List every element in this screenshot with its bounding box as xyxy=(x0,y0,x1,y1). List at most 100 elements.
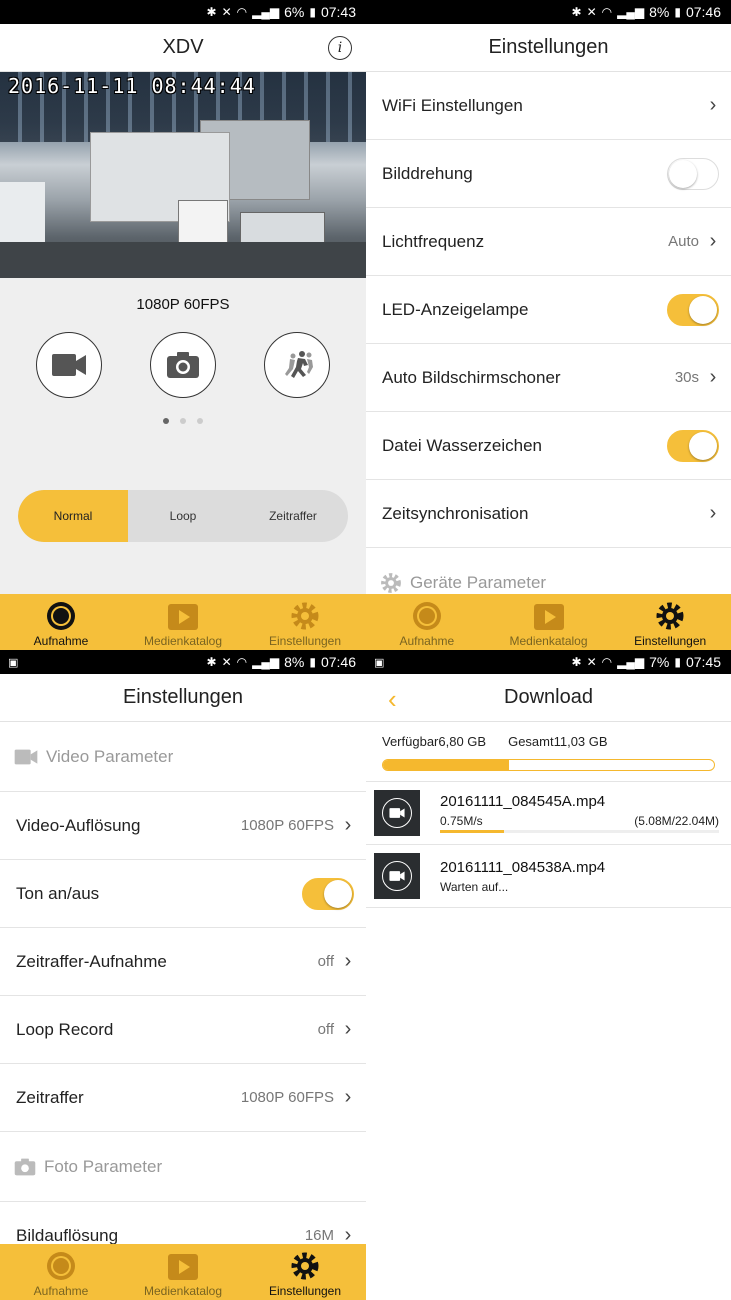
file-name: 20161111_084545A.mp4 xyxy=(440,793,606,810)
storage-bar-fill xyxy=(383,760,509,770)
mode-normal[interactable]: Normal xyxy=(18,490,128,542)
play-icon xyxy=(168,1254,198,1280)
bottom-navigation: Aufnahme Medienkatalog Einstellungen xyxy=(0,594,366,650)
nav-einstellungen[interactable]: Einstellungen xyxy=(609,594,731,650)
battery-level: 7% xyxy=(649,654,670,670)
nav-aufnahme-label: Aufnahme xyxy=(399,634,455,648)
time-sync-row[interactable]: Zeitsynchronisation › xyxy=(366,480,731,548)
clock: 07:43 xyxy=(320,4,356,20)
lens-icon xyxy=(47,602,75,630)
chevron-right-icon: › xyxy=(344,1086,352,1108)
gear-icon xyxy=(291,602,319,630)
nav-medienkatalog-label: Medienkatalog xyxy=(509,634,588,648)
nav-medienkatalog-label: Medienkatalog xyxy=(143,634,223,648)
back-chevron-icon[interactable]: ‹ xyxy=(388,684,397,715)
light-frequency-row[interactable]: Lichtfrequenz Auto › xyxy=(366,208,731,276)
sound-row: Ton an/aus xyxy=(0,860,366,928)
timelapse-row[interactable]: Zeitraffer 1080P 60FPS › xyxy=(0,1064,366,1132)
photo-mode-button[interactable] xyxy=(150,332,216,398)
storage-available: Verfügbar6,80 GB xyxy=(382,734,487,749)
video-mode-button[interactable] xyxy=(36,332,102,398)
app-header: XDV i xyxy=(0,24,366,72)
bottom-navigation: Aufnahme Medienkatalog Einstellungen xyxy=(366,594,731,650)
burst-mode-button[interactable] xyxy=(264,332,330,398)
page-indicator xyxy=(0,418,366,424)
play-icon xyxy=(168,604,198,630)
video-camera-icon xyxy=(389,808,405,818)
light-frequency-value: Auto xyxy=(668,233,699,250)
download-screen: ▣ ✱ ✕ ◠ ▂▄▆ 7% ▮ 07:45 ‹ Download Verfüg… xyxy=(366,650,731,1300)
loop-record-row[interactable]: Loop Record off › xyxy=(0,996,366,1064)
preview-timestamp: 2016-11-11 08:44:44 xyxy=(8,74,256,98)
watermark-toggle[interactable] xyxy=(667,429,719,462)
storage-info: Verfügbar6,80 GB Gesamt11,03 GB xyxy=(366,722,731,749)
bluetooth-icon: ✱ xyxy=(206,5,217,19)
mode-loop[interactable]: Loop xyxy=(128,490,238,542)
clock: 07:46 xyxy=(685,4,721,20)
download-speed: 0.75M/s xyxy=(440,814,483,828)
storage-total: Gesamt11,03 GB xyxy=(508,734,608,749)
led-lamp-toggle[interactable] xyxy=(667,293,719,326)
list-item[interactable]: 20161111_084538A.mp4 Warten auf... xyxy=(366,845,731,908)
nav-aufnahme[interactable]: Aufnahme xyxy=(0,1244,122,1300)
lens-icon xyxy=(412,602,441,630)
device-parameters-label: Geräte Parameter xyxy=(410,572,547,592)
clock: 07:45 xyxy=(685,654,721,670)
chevron-right-icon: › xyxy=(709,366,717,388)
video-camera-icon xyxy=(52,354,86,376)
battery-icon: ▮ xyxy=(309,5,316,19)
nav-aufnahme[interactable]: Aufnahme xyxy=(0,594,122,650)
mute-icon: ✕ xyxy=(586,5,597,19)
photo-resolution-label: Bildauflösung xyxy=(16,1225,119,1245)
settings-screen-general: ✱ ✕ ◠ ▂▄▆ 8% ▮ 07:46 Einstellungen WiFi … xyxy=(366,0,731,650)
camera-preview[interactable]: 2016-11-11 08:44:44 xyxy=(0,72,366,278)
video-thumbnail xyxy=(374,853,420,899)
page-title: Download xyxy=(504,686,593,708)
video-resolution-label: Video-Auflösung xyxy=(16,815,141,835)
download-size: (5.08M/22.04M) xyxy=(634,814,719,828)
wifi-icon: ◠ xyxy=(236,655,248,669)
image-rotation-toggle[interactable] xyxy=(667,157,719,190)
signal-icon: ▂▄▆ xyxy=(252,655,280,669)
image-icon: ▣ xyxy=(8,656,19,669)
video-resolution-row[interactable]: Video-Auflösung 1080P 60FPS › xyxy=(0,792,366,860)
nav-aufnahme[interactable]: Aufnahme xyxy=(366,594,488,650)
mode-zeitraffer[interactable]: Zeitraffer xyxy=(238,490,348,542)
camera-icon xyxy=(14,1158,36,1175)
list-item[interactable]: 20161111_084545A.mp4 0.75M/s (5.08M/22.0… xyxy=(366,782,731,845)
page-dot xyxy=(163,418,169,424)
app-header: Einstellungen xyxy=(0,674,366,722)
lens-icon xyxy=(47,1252,75,1280)
mute-icon: ✕ xyxy=(221,5,232,19)
chevron-right-icon: › xyxy=(344,814,352,836)
screensaver-row[interactable]: Auto Bildschirmschoner 30s › xyxy=(366,344,731,412)
watermark-row: Datei Wasserzeichen xyxy=(366,412,731,480)
chevron-right-icon: › xyxy=(709,502,717,524)
download-progress xyxy=(440,830,719,833)
nav-einstellungen[interactable]: Einstellungen xyxy=(244,594,366,650)
video-resolution-value: 1080P 60FPS xyxy=(240,817,334,834)
timelapse-recording-label: Zeitraffer-Aufnahme xyxy=(16,951,167,971)
clock: 07:46 xyxy=(320,654,356,670)
video-parameters-label: Video Parameter xyxy=(46,746,174,766)
wifi-settings-row[interactable]: WiFi Einstellungen › xyxy=(366,72,731,140)
wifi-icon: ◠ xyxy=(236,5,248,19)
image-rotation-row: Bilddrehung xyxy=(366,140,731,208)
sound-toggle[interactable] xyxy=(302,877,354,910)
info-icon[interactable]: i xyxy=(328,36,352,60)
status-bar: ▣ ✱ ✕ ◠ ▂▄▆ 8% ▮ 07:46 xyxy=(0,650,366,674)
nav-medienkatalog[interactable]: Medienkatalog xyxy=(122,1244,244,1300)
signal-icon: ▂▄▆ xyxy=(617,5,645,19)
chevron-right-icon: › xyxy=(344,950,352,972)
battery-level: 6% xyxy=(284,4,305,20)
nav-aufnahme-label: Aufnahme xyxy=(33,634,89,648)
timelapse-recording-row[interactable]: Zeitraffer-Aufnahme off › xyxy=(0,928,366,996)
app-header: ‹ Download xyxy=(366,674,731,722)
nav-medienkatalog[interactable]: Medienkatalog xyxy=(122,594,244,650)
recording-mode-selector: Normal Loop Zeitraffer xyxy=(18,490,348,542)
chevron-right-icon: › xyxy=(709,94,717,116)
nav-einstellungen[interactable]: Einstellungen xyxy=(244,1244,366,1300)
nav-medienkatalog[interactable]: Medienkatalog xyxy=(488,594,610,650)
photo-resolution-value: 16M xyxy=(304,1227,334,1244)
nav-aufnahme-label: Aufnahme xyxy=(33,1284,89,1298)
